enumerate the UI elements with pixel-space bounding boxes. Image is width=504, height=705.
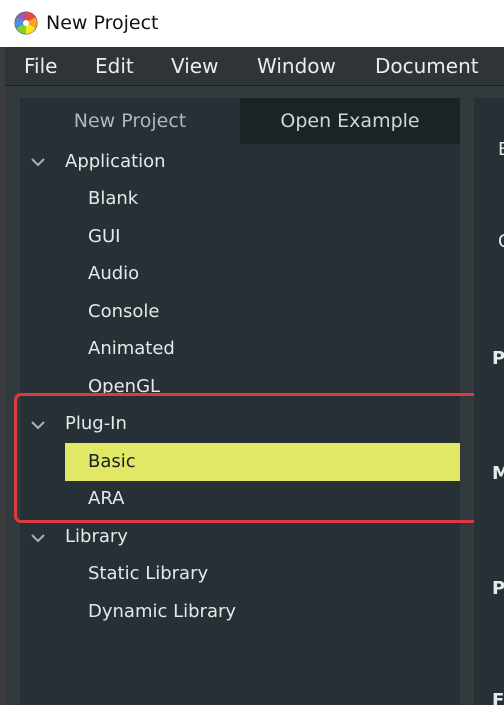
tab-new-project[interactable]: New Project — [20, 98, 240, 144]
chevron-down-icon[interactable] — [30, 154, 46, 170]
tree-item-gui[interactable]: GUI — [88, 219, 120, 255]
tree-item-basic[interactable]: Basic — [88, 443, 136, 481]
settings-label-fragment: M — [492, 463, 504, 484]
menu-window[interactable]: Window — [257, 47, 336, 85]
tree-item-animated[interactable]: Animated — [88, 331, 175, 367]
tree-category-application[interactable]: Application — [65, 144, 166, 180]
tree-item-static-library[interactable]: Static Library — [88, 556, 208, 592]
menu-document[interactable]: Document — [375, 47, 479, 85]
settings-label-fragment: P — [492, 578, 504, 599]
menu-edit[interactable]: Edit — [95, 47, 134, 85]
settings-label-fragment: F — [492, 690, 504, 705]
menu-file[interactable]: File — [24, 47, 57, 85]
settings-label-fragment: C — [498, 231, 504, 252]
chevron-down-icon[interactable] — [30, 417, 46, 433]
tree-item-audio[interactable]: Audio — [88, 256, 139, 292]
chevron-down-icon[interactable] — [30, 530, 46, 546]
tab-open-example[interactable]: Open Example — [240, 98, 460, 144]
settings-label-fragment: B — [498, 139, 504, 160]
menu-bar: File Edit View Window Document — [5, 47, 504, 86]
menu-view[interactable]: View — [171, 47, 218, 85]
tree-item-dynamic-library[interactable]: Dynamic Library — [88, 594, 236, 630]
tree-item-console[interactable]: Console — [88, 294, 159, 330]
settings-label-fragment: P — [492, 348, 504, 369]
project-settings-panel: B C P M P F — [474, 98, 504, 705]
window-title: New Project — [46, 12, 159, 34]
tree-item-opengl[interactable]: OpenGL — [88, 369, 160, 405]
window-titlebar: New Project — [0, 0, 504, 47]
project-type-panel — [20, 98, 460, 705]
tree-item-blank[interactable]: Blank — [88, 181, 138, 217]
app-logo-icon — [14, 11, 38, 35]
tree-category-plugin[interactable]: Plug-In — [65, 406, 127, 442]
tree-category-library[interactable]: Library — [65, 519, 128, 555]
tree-item-ara[interactable]: ARA — [88, 481, 124, 517]
